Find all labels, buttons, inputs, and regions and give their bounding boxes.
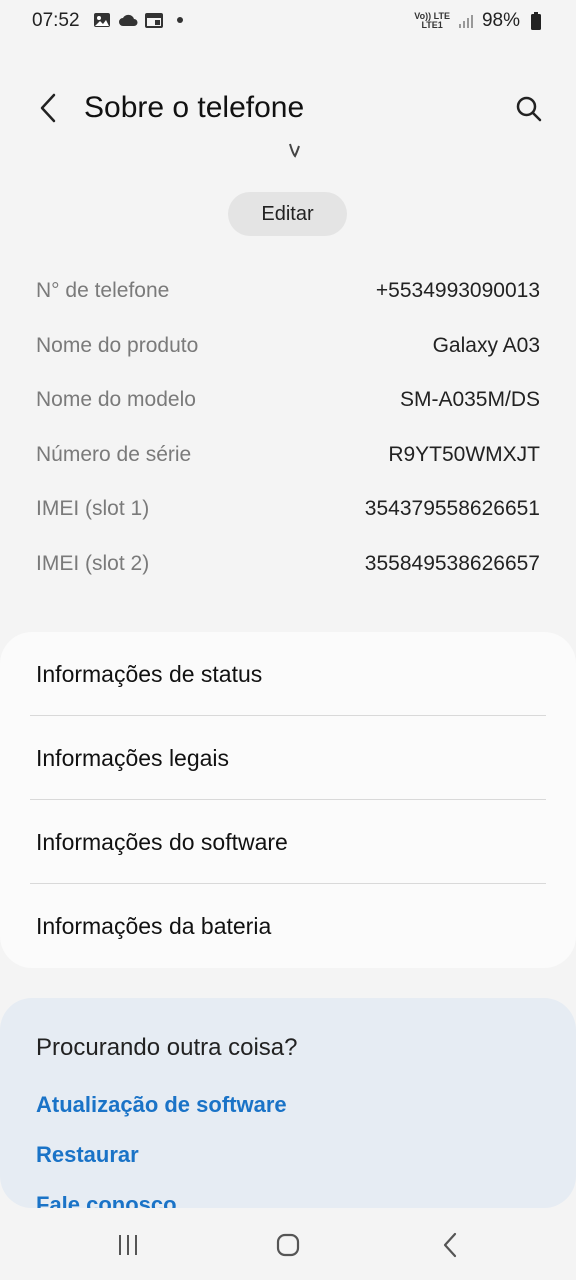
notification-icons bbox=[92, 10, 190, 30]
info-row-serial-number: Número de série R9YT50WMXJT bbox=[36, 428, 540, 483]
network-indicator: Vo)) LTE LTE1 bbox=[414, 12, 450, 30]
link-software-update[interactable]: Atualização de software bbox=[36, 1092, 287, 1118]
info-label: Número de série bbox=[36, 442, 192, 466]
info-menu-card: Informações de status Informações legais… bbox=[0, 632, 576, 968]
info-row-phone-number: N° de telefone +5534993090013 bbox=[36, 264, 540, 319]
signal-icon bbox=[456, 11, 476, 31]
info-row-imei-slot2: IMEI (slot 2) 355849538626657 bbox=[36, 537, 540, 592]
battery-percent: 98% bbox=[481, 10, 520, 31]
back-nav-icon bbox=[443, 1232, 457, 1258]
menu-item-label: Informações de status bbox=[36, 660, 263, 687]
search-icon bbox=[516, 96, 542, 122]
battery-icon bbox=[526, 11, 546, 31]
recent-apps-button[interactable] bbox=[108, 1228, 148, 1262]
info-row-model-name: Nome do modelo SM-A035M/DS bbox=[36, 373, 540, 428]
screen: 07:52 Vo)) LTE LTE1 98% Sobre o telefone… bbox=[0, 0, 576, 1280]
status-bar: 07:52 Vo)) LTE LTE1 98% bbox=[0, 0, 576, 44]
link-reset[interactable]: Restaurar bbox=[36, 1142, 139, 1168]
info-value: +5534993090013 bbox=[375, 279, 540, 303]
info-value: Galaxy A03 bbox=[432, 333, 540, 357]
info-value: 354379558626651 bbox=[364, 497, 540, 521]
menu-item-label: Informações legais bbox=[36, 744, 230, 771]
info-value: 355849538626657 bbox=[364, 551, 540, 575]
phone-info-list: N° de telefone +5534993090013 Nome do pr… bbox=[36, 264, 540, 591]
system-nav-bar bbox=[0, 1208, 576, 1280]
recent-apps-icon bbox=[119, 1235, 137, 1255]
menu-item-label: Informações do software bbox=[36, 828, 288, 855]
menu-item-legal-info[interactable]: Informações legais bbox=[0, 716, 576, 800]
edit-button[interactable]: Editar bbox=[228, 192, 347, 236]
status-right: Vo)) LTE LTE1 98% bbox=[414, 10, 546, 32]
search-button[interactable] bbox=[510, 90, 548, 128]
calendar-icon bbox=[144, 10, 164, 30]
chevron-left-icon bbox=[40, 93, 56, 123]
home-button[interactable] bbox=[268, 1228, 308, 1262]
status-time: 07:52 bbox=[32, 10, 80, 31]
menu-item-label: Informações da bateria bbox=[36, 912, 272, 939]
network-bottom-label: LTE1 bbox=[421, 20, 443, 30]
back-button[interactable] bbox=[30, 90, 66, 126]
menu-item-status-info[interactable]: Informações de status bbox=[0, 632, 576, 716]
home-icon bbox=[276, 1233, 300, 1257]
info-label: Nome do produto bbox=[36, 333, 199, 357]
menu-item-battery-info[interactable]: Informações da bateria bbox=[0, 884, 576, 968]
info-value: R9YT50WMXJT bbox=[388, 442, 540, 466]
cloud-icon bbox=[118, 10, 138, 30]
menu-item-software-info[interactable]: Informações do software bbox=[0, 800, 576, 884]
info-row-imei-slot1: IMEI (slot 1) 354379558626651 bbox=[36, 482, 540, 537]
page-title: Sobre o telefone bbox=[84, 91, 305, 124]
info-label: N° de telefone bbox=[36, 279, 170, 303]
suggestions-title: Procurando outra coisa? bbox=[36, 1034, 298, 1061]
suggestions-card: Procurando outra coisa? Atualização de s… bbox=[0, 998, 576, 1208]
back-nav-button[interactable] bbox=[430, 1228, 470, 1262]
dot-icon bbox=[170, 10, 190, 30]
app-header: Sobre o telefone bbox=[0, 78, 576, 140]
info-label: Nome do modelo bbox=[36, 388, 196, 412]
link-contact-us[interactable]: Fale conosco bbox=[36, 1192, 177, 1208]
info-row-product-name: Nome do produto Galaxy A03 bbox=[36, 319, 540, 374]
info-label: IMEI (slot 1) bbox=[36, 497, 150, 521]
info-label: IMEI (slot 2) bbox=[36, 551, 150, 575]
image-icon bbox=[92, 10, 112, 30]
info-value: SM-A035M/DS bbox=[399, 388, 540, 412]
scrolled-device-name-fragment bbox=[262, 142, 302, 160]
